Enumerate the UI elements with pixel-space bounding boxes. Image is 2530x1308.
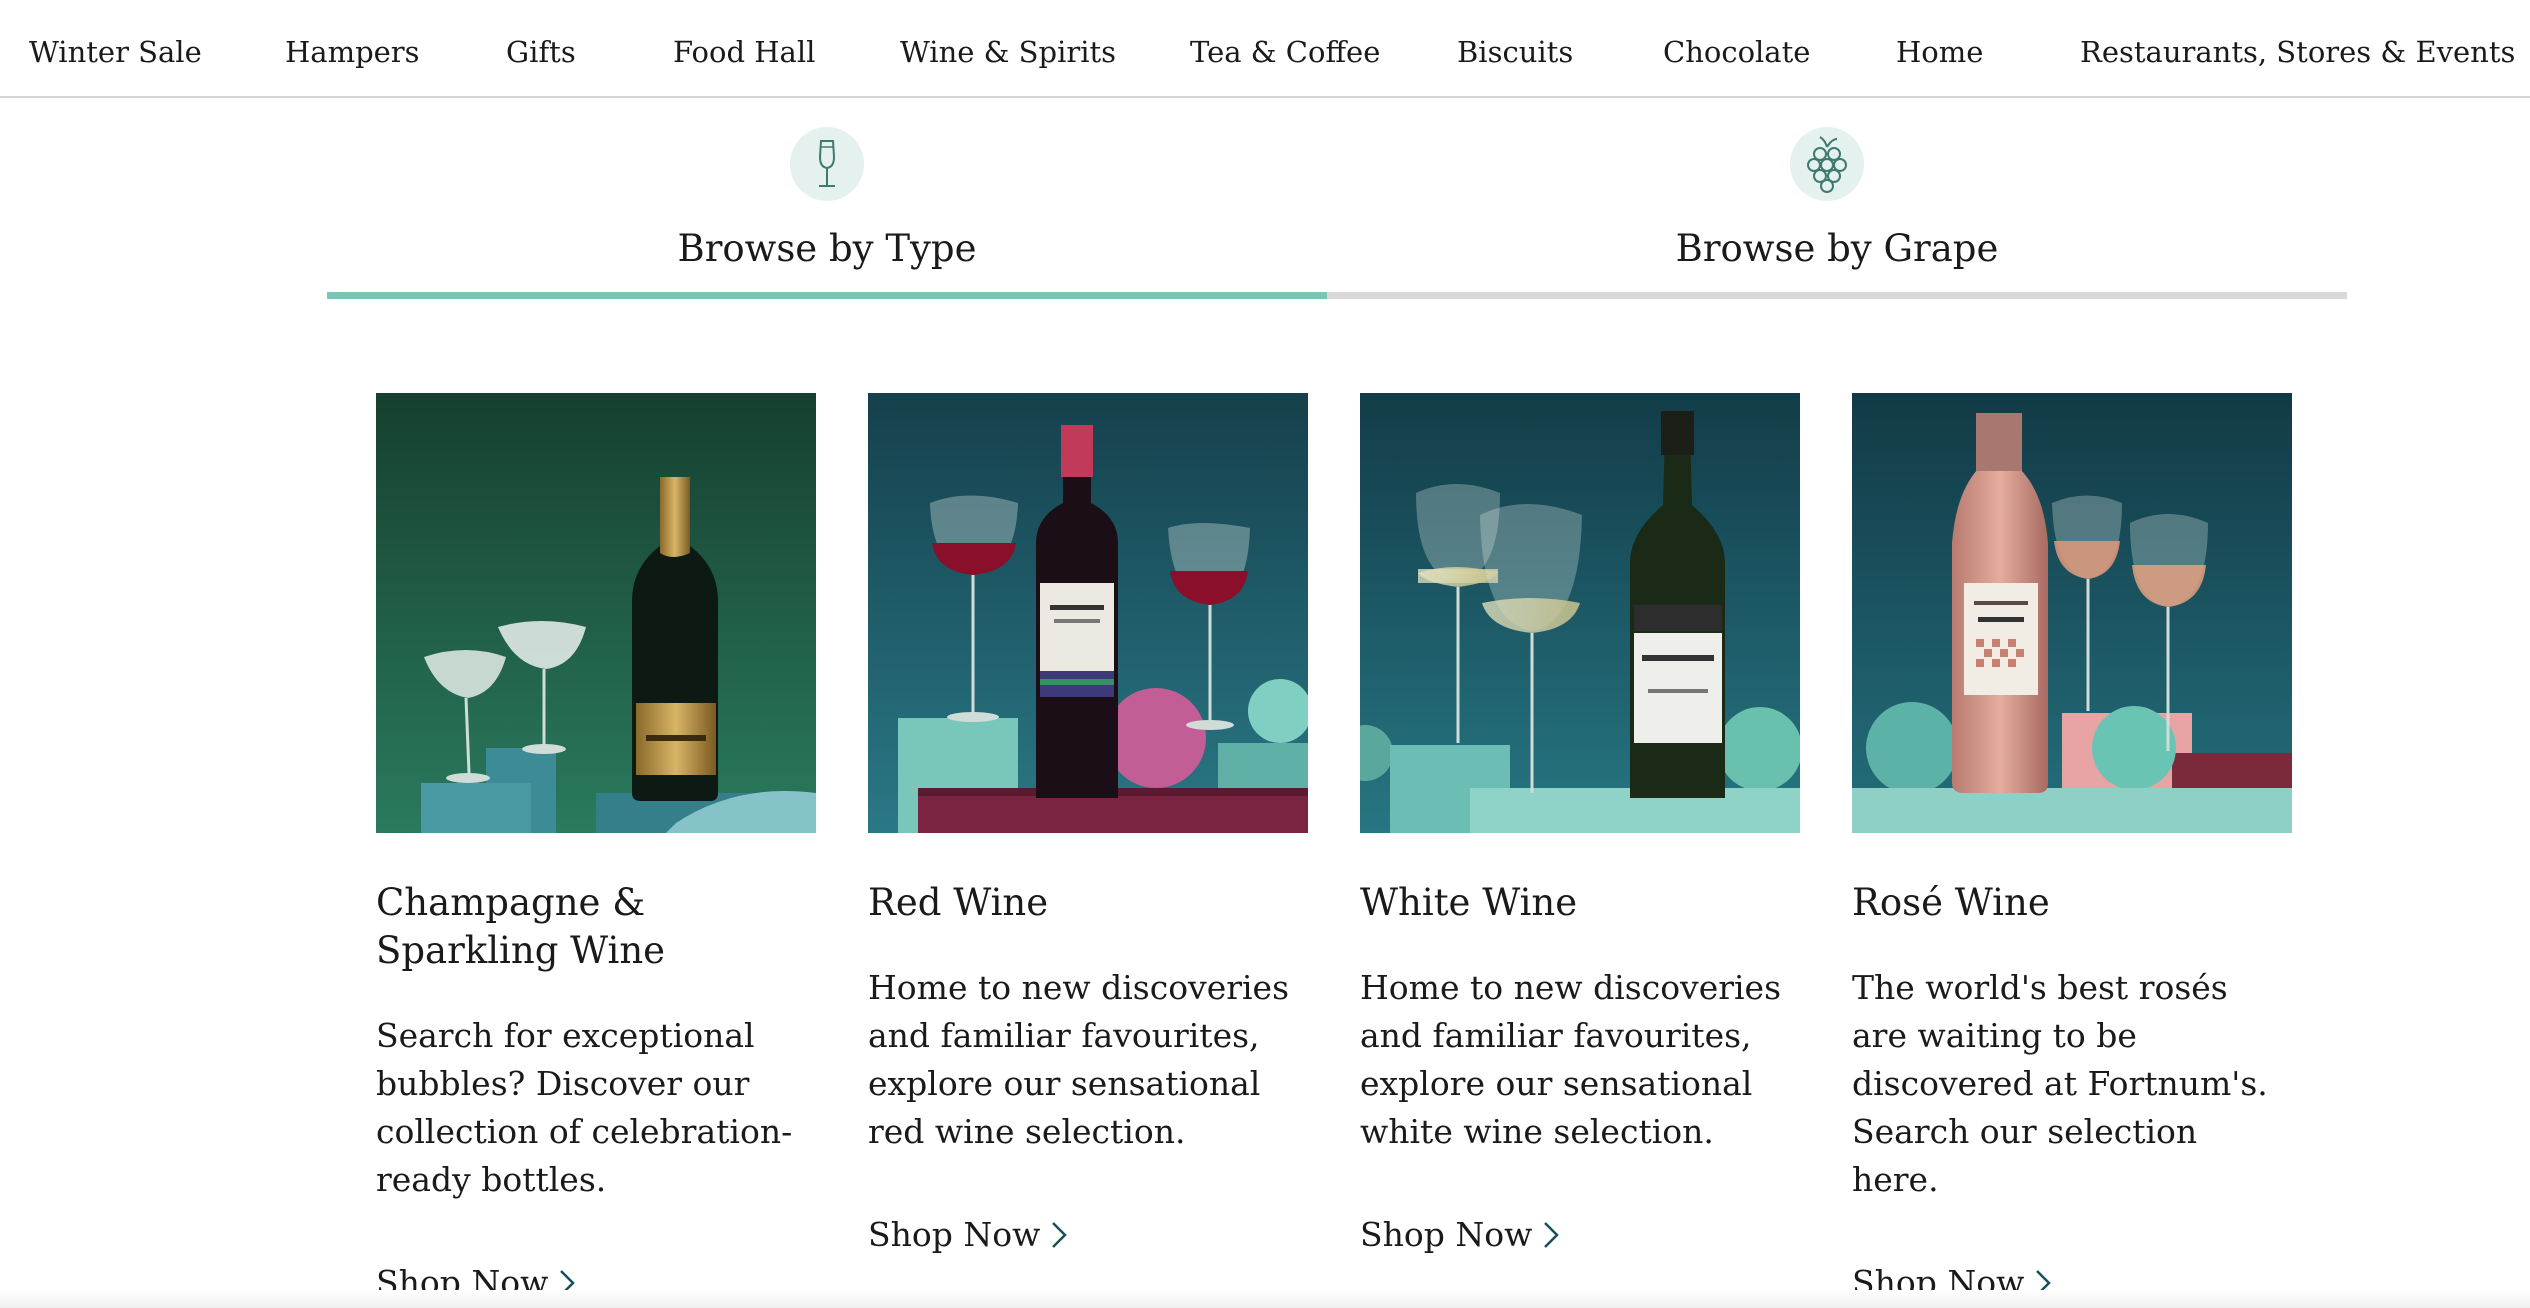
card-title: Champagne & Sparkling Wine	[376, 881, 666, 972]
nav-item-hampers[interactable]: Hampers	[285, 32, 420, 72]
tab-inactive-indicator	[1327, 292, 2347, 299]
shop-now-link[interactable]: Shop Now	[868, 1213, 1068, 1257]
chevron-right-icon	[1544, 1222, 1560, 1248]
nav-item-food-hall[interactable]: Food Hall	[673, 32, 815, 72]
wine-glass-icon	[790, 127, 864, 201]
main-navigation: Winter Sale Hampers Gifts Food Hall Wine…	[0, 0, 2530, 98]
nav-item-winter-sale[interactable]: Winter Sale	[29, 32, 202, 72]
nav-item-wine-spirits[interactable]: Wine & Spirits	[900, 32, 1116, 72]
card-title: Rosé Wine	[1852, 881, 2050, 924]
nav-item-gifts[interactable]: Gifts	[506, 32, 576, 72]
tab-browse-by-grape[interactable]: Browse by Grape	[1327, 122, 2347, 300]
card-description: Home to new discoveries and familiar fav…	[1360, 968, 1782, 1151]
red-wine-image[interactable]	[868, 393, 1308, 833]
tab-label: Browse by Type	[677, 227, 977, 270]
nav-item-restaurants-stores-events[interactable]: Restaurants, Stores & Events	[2080, 32, 2515, 72]
grapes-icon	[1790, 127, 1864, 201]
nav-item-tea-coffee[interactable]: Tea & Coffee	[1190, 32, 1380, 72]
tab-browse-by-type[interactable]: Browse by Type	[327, 122, 1327, 300]
nav-item-home[interactable]: Home	[1896, 32, 1983, 72]
card-description: Search for exceptional bubbles? Discover…	[376, 1016, 793, 1199]
card-title: Red Wine	[868, 881, 1049, 924]
category-card-champagne: Champagne & Sparkling Wine Search for ex…	[376, 393, 816, 1305]
nav-item-chocolate[interactable]: Chocolate	[1663, 32, 1810, 72]
category-card-rose-wine: Rosé Wine The world's best rosés are wai…	[1852, 393, 2292, 1305]
card-description: The world's best rosés are waiting to be…	[1852, 968, 2268, 1199]
category-card-red-wine: Red Wine Home to new discoveries and fam…	[868, 393, 1308, 1257]
nav-item-biscuits[interactable]: Biscuits	[1457, 32, 1573, 72]
shop-now-label: Shop Now	[1360, 1215, 1533, 1254]
champagne-image[interactable]	[376, 393, 816, 833]
shop-now-label: Shop Now	[868, 1215, 1041, 1254]
category-card-white-wine: White Wine Home to new discoveries and f…	[1360, 393, 1800, 1257]
card-title: White Wine	[1360, 881, 1578, 924]
bottom-edge	[0, 1290, 2530, 1308]
tab-label: Browse by Grape	[1675, 227, 1999, 270]
chevron-right-icon	[1052, 1222, 1068, 1248]
card-description: Home to new discoveries and familiar fav…	[868, 968, 1290, 1151]
rose-wine-image[interactable]	[1852, 393, 2292, 833]
white-wine-image[interactable]	[1360, 393, 1800, 833]
shop-now-link[interactable]: Shop Now	[1360, 1213, 1560, 1257]
tab-active-indicator	[327, 292, 1327, 299]
